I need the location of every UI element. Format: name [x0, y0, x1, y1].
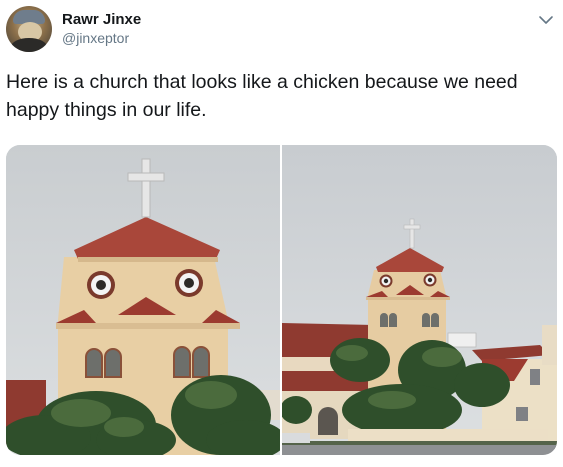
tweet-text: Here is a church that looks like a chick…: [6, 71, 518, 121]
chevron-down-icon[interactable]: [536, 10, 556, 30]
avatar[interactable]: [6, 6, 52, 52]
photo-church-closeup[interactable]: [6, 145, 280, 455]
author-name[interactable]: Rawr Jinxe: [62, 11, 141, 28]
avatar-body: [11, 38, 47, 52]
photo-church-wide[interactable]: [282, 145, 557, 455]
author-handle[interactable]: @jinxeptor: [62, 30, 129, 46]
